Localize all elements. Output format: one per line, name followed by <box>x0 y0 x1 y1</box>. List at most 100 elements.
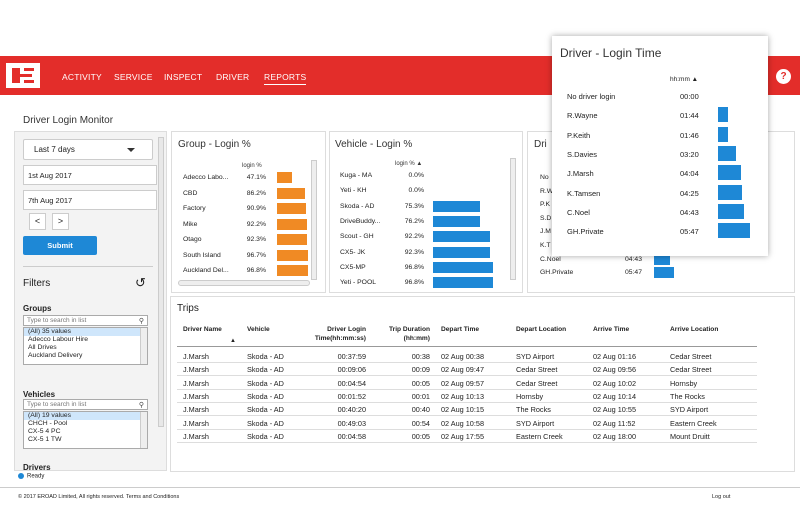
vehicle-row-value: 96.8% <box>404 263 424 271</box>
status-dot-icon <box>18 473 24 479</box>
cell-depart-time: 02 Aug 09:47 <box>441 365 485 375</box>
group-col-header: login % <box>242 163 262 169</box>
group-row-label: Factory <box>183 205 206 212</box>
vehicle-row-value: 96.8% <box>404 279 424 287</box>
list-item[interactable]: CX-5 4 PC <box>24 428 147 436</box>
eroad-logo[interactable] <box>6 63 40 88</box>
popup-row-value: 00:00 <box>680 92 699 101</box>
popup-bar[interactable] <box>718 203 745 219</box>
cell-arrive-location: Cedar Street <box>670 352 712 361</box>
help-icon[interactable]: ? <box>776 69 791 84</box>
col-header-vehicle[interactable]: Vehicle <box>247 325 270 334</box>
search-icon: ⚲ <box>138 318 144 325</box>
group-bar[interactable] <box>277 187 305 199</box>
groups-list-scrollbar[interactable] <box>140 328 147 364</box>
date-from-field[interactable]: 1st Aug 2017 <box>23 165 157 185</box>
period-dropdown[interactable]: Last 7 days <box>23 139 153 160</box>
group-bar[interactable] <box>277 265 308 276</box>
list-item[interactable]: All Drives <box>24 344 147 352</box>
list-item[interactable]: Auckland Delivery <box>24 352 147 360</box>
group-bar[interactable] <box>277 249 308 261</box>
status-text: Ready <box>27 473 45 480</box>
vehicles-search-input[interactable]: Type to search in list ⚲ <box>23 399 148 410</box>
nav-inspect[interactable]: INSPECT <box>164 72 202 82</box>
terms-link[interactable]: Terms and Conditions <box>126 494 179 500</box>
driver-row-label: J.M <box>540 228 551 236</box>
groups-search-input[interactable]: Type to search in list ⚲ <box>23 315 148 326</box>
group-bar[interactable] <box>277 172 293 183</box>
vehicle-card-vscroll[interactable] <box>510 158 516 280</box>
group-row-label: Auckland Del... <box>183 267 229 274</box>
group-card-hscroll[interactable] <box>178 280 310 286</box>
vehicle-bar[interactable] <box>433 200 480 212</box>
popup-bar[interactable] <box>718 126 728 142</box>
popup-bar[interactable] <box>718 165 741 181</box>
cell-depart-location: SYD Airport <box>516 352 555 361</box>
logout-link[interactable]: Log out <box>712 494 730 500</box>
group-row-label: CBD <box>183 189 198 197</box>
table-row[interactable]: J.Marsh Skoda - AD 00:37:59 00:38 02 Aug 00:… <box>177 350 757 363</box>
col-header-duration[interactable]: Trip Duration (hh:mm) <box>385 325 430 343</box>
table-row[interactable]: J.Marsh Skoda - AD 00:04:58 00:05 02 Aug 17:… <box>177 430 757 443</box>
group-bar[interactable] <box>277 234 307 245</box>
cell-depart-location: Hornsby <box>516 391 544 401</box>
nav-activity[interactable]: ACTIVITY <box>62 72 102 82</box>
vehicle-bar[interactable] <box>433 261 494 273</box>
sort-asc-icon[interactable]: ▲ <box>230 337 236 346</box>
cell-driver: J.Marsh <box>183 365 209 375</box>
vehicle-row-label: Yeti - POOL <box>340 279 377 287</box>
drivers-title: Drivers <box>23 463 51 472</box>
vehicle-row-label: CX5- JK <box>340 248 366 256</box>
list-item[interactable]: (All) 35 values <box>24 328 147 336</box>
driver-row-label: C.Noel <box>540 255 561 263</box>
driver-row-label: S.D <box>540 214 552 222</box>
driver-bar[interactable] <box>654 267 674 279</box>
table-row[interactable]: J.Marsh Skoda - AD 00:09:06 00:09 02 Aug 09:… <box>177 363 757 377</box>
prev-period-button[interactable]: < <box>29 213 46 230</box>
group-bar[interactable] <box>277 203 307 214</box>
cell-driver: J.Marsh <box>183 352 209 361</box>
vehicles-list-scrollbar[interactable] <box>140 412 147 448</box>
search-icon: ⚲ <box>138 402 144 409</box>
vehicle-row-value: 0.0% <box>408 187 425 195</box>
driver-row-label: K.T <box>540 242 551 249</box>
col-header-driver[interactable]: Driver Name <box>183 325 222 334</box>
popup-bar[interactable] <box>718 107 728 123</box>
cell-vehicle: Skoda - AD <box>247 352 284 361</box>
vehicle-bar[interactable] <box>433 277 494 289</box>
vehicles-list[interactable]: (All) 19 values CHCH - Pool CX-5 4 PC CX… <box>23 411 148 449</box>
table-row[interactable]: J.Marsh Skoda - AD 00:04:54 00:05 02 Aug 09:… <box>177 377 757 390</box>
popup-bar[interactable] <box>718 184 743 200</box>
group-card-vscroll[interactable] <box>311 160 317 280</box>
col-header-depart-time[interactable]: Depart Time <box>441 325 479 334</box>
vehicle-bar[interactable] <box>433 246 491 258</box>
list-item[interactable]: CX-5 1 TW <box>24 436 147 444</box>
table-row[interactable]: J.Marsh Skoda - AD 00:49:03 00:54 02 Aug 10:… <box>177 417 757 430</box>
vehicle-bar[interactable] <box>433 215 481 227</box>
col-header-arrive-location[interactable]: Arrive Location <box>670 325 718 334</box>
submit-button[interactable]: Submit <box>23 236 97 255</box>
list-item[interactable]: CHCH - Pool <box>24 420 147 428</box>
nav-service[interactable]: SERVICE <box>114 72 153 82</box>
reset-filters-icon[interactable]: ↺ <box>135 275 146 291</box>
col-header-depart-location[interactable]: Depart Location <box>516 325 566 334</box>
left-panel-scrollbar[interactable] <box>158 137 164 427</box>
nav-driver[interactable]: DRIVER <box>216 72 249 82</box>
cell-depart-location: Cedar Street <box>516 365 558 375</box>
list-item[interactable]: (All) 19 values <box>24 412 147 420</box>
cell-arrive-time: 02 Aug 11:52 <box>593 418 636 428</box>
table-row[interactable]: J.Marsh Skoda - AD 00:40:20 00:40 02 Aug 10:… <box>177 403 757 417</box>
popup-bar[interactable] <box>718 223 750 239</box>
list-item[interactable]: Adecco Labour Hire <box>24 336 147 344</box>
groups-list[interactable]: (All) 35 values Adecco Labour Hire All D… <box>23 327 148 365</box>
vehicle-bar[interactable] <box>433 231 491 243</box>
group-bar[interactable] <box>277 218 307 230</box>
col-header-arrive-time[interactable]: Arrive Time <box>593 325 629 334</box>
next-period-button[interactable]: > <box>52 213 69 230</box>
nav-reports[interactable]: REPORTS <box>264 72 307 85</box>
date-to-field[interactable]: 7th Aug 2017 <box>23 190 157 210</box>
vehicle-row-value: 76.2% <box>404 217 424 225</box>
popup-bar[interactable] <box>718 145 737 161</box>
table-row[interactable]: J.Marsh Skoda - AD 00:01:52 00:01 02 Aug 10:… <box>177 390 757 403</box>
col-header-login-time[interactable]: Driver Login Time(hh:mm:ss) <box>311 325 366 343</box>
